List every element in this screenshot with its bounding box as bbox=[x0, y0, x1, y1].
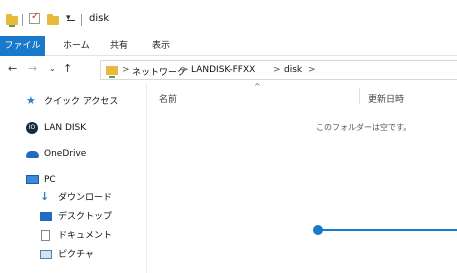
new-folder-icon[interactable] bbox=[47, 14, 59, 25]
callout-line bbox=[318, 229, 457, 231]
star-icon: ★ bbox=[26, 94, 36, 107]
tab-home[interactable]: ホーム bbox=[63, 36, 90, 56]
pictures-icon bbox=[40, 250, 52, 259]
folder-network-mark bbox=[9, 25, 15, 27]
navigation-bar: ← → ⌄ ↑ > ネットワーク > LANDISK-FFXX > disk > bbox=[0, 56, 457, 83]
column-separator[interactable] bbox=[359, 88, 360, 104]
network-folder-icon bbox=[106, 66, 118, 78]
back-arrow-icon[interactable]: ← bbox=[8, 62, 17, 75]
tab-share[interactable]: 共有 bbox=[110, 36, 128, 56]
nav-item-label: デスクトップ bbox=[58, 212, 113, 222]
customize-dropdown-icon[interactable]: ▾ bbox=[66, 13, 71, 23]
nav-item-label: クイック アクセス bbox=[44, 97, 119, 107]
toolbar-separator bbox=[81, 14, 82, 26]
nav-item-label: PC bbox=[44, 175, 56, 185]
dropdown-bar bbox=[67, 20, 75, 21]
tab-file[interactable]: ファイル bbox=[0, 36, 45, 56]
breadcrumb-separator: > bbox=[122, 65, 130, 75]
toolbar-separator bbox=[22, 14, 23, 26]
sort-ascending-icon: ^ bbox=[254, 82, 261, 91]
breadcrumb-landisk[interactable]: LANDISK-FFXX bbox=[191, 65, 255, 75]
tab-view[interactable]: 表示 bbox=[152, 36, 170, 56]
breadcrumb-separator: > bbox=[273, 65, 281, 75]
forward-arrow-icon[interactable]: → bbox=[28, 62, 37, 75]
empty-folder-message: このフォルダーは空です。 bbox=[316, 123, 412, 132]
desktop-icon bbox=[40, 212, 52, 221]
navigation-pane: ★ クイック アクセス IO LAN DISK OneDrive PC ↓ ダウ… bbox=[0, 83, 146, 273]
nav-item-label: OneDrive bbox=[44, 149, 87, 159]
up-arrow-icon[interactable]: ↑ bbox=[63, 62, 72, 75]
nav-item-label: ドキュメント bbox=[58, 231, 113, 241]
ribbon-tabs: ファイル ホーム 共有 表示 bbox=[0, 36, 457, 56]
column-header-date-modified[interactable]: 更新日時 bbox=[368, 92, 404, 105]
nav-item-label: LAN DISK bbox=[44, 123, 87, 133]
cloud-icon bbox=[26, 151, 39, 158]
window-title: disk bbox=[89, 13, 110, 24]
folder-icon[interactable] bbox=[6, 14, 18, 25]
breadcrumb-network[interactable]: ネットワーク bbox=[132, 65, 186, 78]
document-icon bbox=[41, 230, 50, 241]
breadcrumb-separator: > bbox=[181, 65, 189, 75]
breadcrumb-disk[interactable]: disk bbox=[284, 65, 302, 75]
pane-divider[interactable] bbox=[146, 83, 147, 273]
breadcrumb-separator: > bbox=[308, 65, 316, 75]
pc-icon bbox=[26, 175, 39, 184]
recent-locations-chevron-icon[interactable]: ⌄ bbox=[49, 64, 56, 73]
callout-dot bbox=[313, 225, 323, 235]
nav-item-label: ピクチャ bbox=[58, 250, 94, 260]
address-bar[interactable]: > ネットワーク > LANDISK-FFXX > disk > bbox=[100, 60, 457, 80]
properties-check-icon[interactable] bbox=[29, 11, 40, 24]
download-icon: ↓ bbox=[40, 190, 50, 203]
nav-item-label: ダウンロード bbox=[58, 193, 113, 203]
title-bar: ▾ disk bbox=[0, 0, 457, 36]
landisk-icon: IO bbox=[26, 122, 38, 134]
column-header-name[interactable]: 名前 bbox=[159, 92, 177, 105]
